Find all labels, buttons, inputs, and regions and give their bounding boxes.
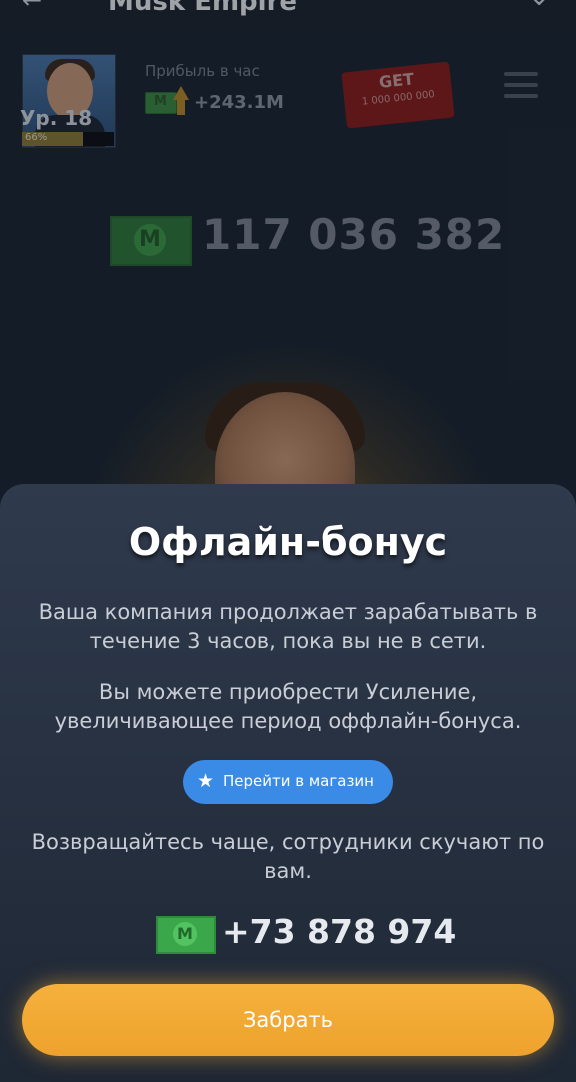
offline-bonus-sheet: Офлайн-бонус Ваша компания продолжает за… bbox=[0, 484, 576, 1082]
reward-amount: M +73 878 974 bbox=[156, 912, 456, 956]
reward-value: +73 878 974 bbox=[222, 912, 457, 951]
sheet-title: Офлайн-бонус bbox=[128, 520, 448, 564]
star-icon: ★ bbox=[197, 770, 215, 792]
shop-button-label: Перейти в магазин bbox=[223, 772, 374, 790]
go-to-shop-button[interactable]: ★ Перейти в магазин bbox=[183, 760, 393, 804]
offline-info-text: Ваша компания продолжает зарабатывать в … bbox=[38, 600, 538, 653]
boost-info-text: Вы можете приобрести Усиление, увеличива… bbox=[54, 680, 522, 733]
come-back-text: Возвращайтесь чаще, сотрудники скучают п… bbox=[31, 830, 545, 883]
claim-button[interactable]: Забрать bbox=[22, 984, 554, 1056]
money-icon: M bbox=[156, 916, 216, 954]
